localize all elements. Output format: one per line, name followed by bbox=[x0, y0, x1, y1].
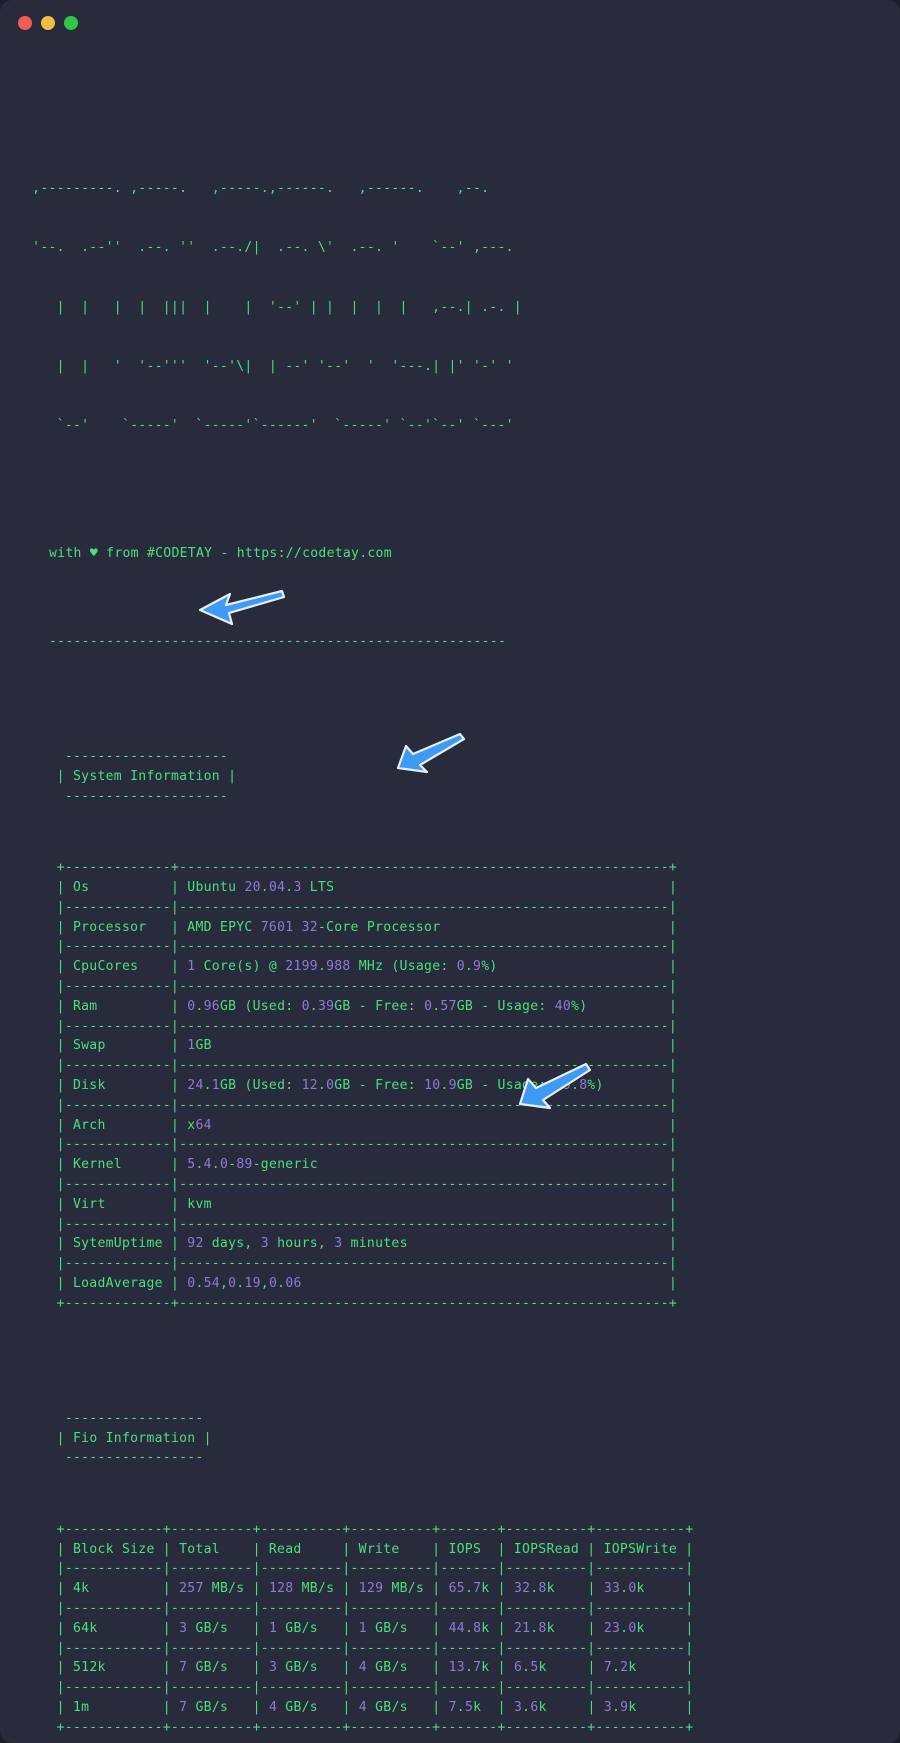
system-row-separator: |-------------|-------------------------… bbox=[24, 1256, 678, 1272]
system-row: | Kernel | 5.4.0-89-generic | bbox=[56, 1157, 678, 1173]
system-row: | SytemUptime | 92 days, 3 hours, 3 minu… bbox=[56, 1236, 678, 1252]
system-row-separator: |-------------|-------------------------… bbox=[24, 1137, 678, 1153]
close-button[interactable] bbox=[18, 16, 32, 30]
terminal-output[interactable]: ,---------. ,-----. ,-----.,------. ,---… bbox=[0, 46, 900, 1743]
fio-header-row: | Block Size | Total | Read | Write | IO… bbox=[24, 1541, 694, 1557]
fio-row: | 1m | 7 GB/s | 4 GB/s | 4 GB/s | 7.5k |… bbox=[56, 1699, 694, 1715]
system-row: | LoadAverage | 0.54,0.19,0.06 | bbox=[56, 1276, 678, 1292]
system-row-separator: |-------------|-------------------------… bbox=[24, 1058, 678, 1074]
system-row: | Ram | 0.96GB (Used: 0.39GB - Free: 0.5… bbox=[56, 998, 678, 1014]
fio-row: | 64k | 3 GB/s | 1 GB/s | 1 GB/s | 44.8k… bbox=[56, 1620, 694, 1636]
fio-box-bottom: ----------------- bbox=[24, 1450, 212, 1466]
heart-icon: ♥ bbox=[89, 546, 98, 562]
fio-box-title: | Fio Information | bbox=[24, 1430, 212, 1446]
fio-row-separator: |------------|----------|----------|----… bbox=[24, 1640, 694, 1656]
system-row-separator: |-------------|-------------------------… bbox=[24, 899, 678, 915]
system-row-separator: |-------------|-------------------------… bbox=[24, 1097, 678, 1113]
fio-bottom-border: +------------+----------+----------+----… bbox=[24, 1719, 694, 1735]
fio-information-table: +------------+----------+----------+----… bbox=[24, 1520, 900, 1738]
banner-line-2: | | | | ||| | | '--' | | | | | ,--.| .-.… bbox=[24, 299, 522, 315]
system-information-table: +-------------+-------------------------… bbox=[24, 858, 900, 1313]
system-row-separator: |-------------|-------------------------… bbox=[24, 1216, 678, 1232]
fio-information-box: ----------------- | Fio Information | --… bbox=[24, 1409, 900, 1468]
banner-line-1: '--. .--'' .--. '' .--./| .--. \' .--. '… bbox=[24, 240, 514, 256]
minimize-button[interactable] bbox=[41, 16, 55, 30]
tagline-suffix: from #CODETAY - https://codetay.com bbox=[98, 546, 392, 562]
terminal-window: ,---------. ,-----. ,-----.,------. ,---… bbox=[0, 0, 900, 1743]
system-row: | Swap | 1GB | bbox=[56, 1038, 678, 1054]
zoom-button[interactable] bbox=[64, 16, 78, 30]
ascii-art-banner: ,---------. ,-----. ,-----.,------. ,---… bbox=[24, 139, 900, 476]
system-row-separator: |-------------|-------------------------… bbox=[24, 979, 678, 995]
tagline: with ♥ from #CODETAY - https://codetay.c… bbox=[24, 544, 900, 564]
system-row: | Os | Ubuntu 20.04.3 LTS | bbox=[56, 880, 678, 896]
system-box-top: -------------------- bbox=[24, 749, 237, 765]
system-box-title: | System Information | bbox=[24, 769, 237, 785]
fio-top-border: +------------+----------+----------+----… bbox=[24, 1521, 694, 1537]
system-row-separator: |-------------|-------------------------… bbox=[24, 1018, 678, 1034]
fio-row: | 512k | 7 GB/s | 3 GB/s | 4 GB/s | 13.7… bbox=[56, 1660, 694, 1676]
system-row: | CpuCores | 1 Core(s) @ 2199.988 MHz (U… bbox=[56, 959, 678, 975]
fio-box-top: ----------------- bbox=[24, 1410, 212, 1426]
banner-line-0: ,---------. ,-----. ,-----.,------. ,---… bbox=[24, 180, 490, 196]
system-row: | Virt | kvm | bbox=[56, 1196, 678, 1212]
system-box-bottom: -------------------- bbox=[24, 788, 237, 804]
system-top-border: +-------------+-------------------------… bbox=[24, 860, 678, 876]
fio-row: | 4k | 257 MB/s | 128 MB/s | 129 MB/s | … bbox=[56, 1581, 694, 1597]
banner-line-3: | | ' '--''' '--'\| | --' '--' ' '---.| … bbox=[24, 358, 514, 374]
window-titlebar bbox=[0, 0, 900, 46]
system-row-separator: |-------------|-------------------------… bbox=[24, 939, 678, 955]
fio-row-separator: |------------|----------|----------|----… bbox=[24, 1600, 694, 1616]
fio-row-separator: |------------|----------|----------|----… bbox=[24, 1561, 694, 1577]
system-information-box: -------------------- | System Informatio… bbox=[24, 747, 900, 806]
system-row-separator: |-------------|-------------------------… bbox=[24, 1177, 678, 1193]
system-row: | Arch | x64 | bbox=[56, 1117, 678, 1133]
divider-rule-text: ----------------------------------------… bbox=[49, 634, 507, 650]
system-row: | Disk | 24.1GB (Used: 12.0GB - Free: 10… bbox=[56, 1078, 678, 1094]
system-row: | Processor | AMD EPYC 7601 32-Core Proc… bbox=[56, 919, 678, 935]
banner-line-4: `--' `-----' `-----'`------' `-----' `--… bbox=[24, 418, 514, 434]
tagline-prefix: with bbox=[49, 546, 90, 562]
system-bottom-border: +-------------+-------------------------… bbox=[24, 1295, 678, 1311]
fio-row-separator: |------------|----------|----------|----… bbox=[24, 1680, 694, 1696]
divider-rule: ----------------------------------------… bbox=[24, 632, 900, 652]
